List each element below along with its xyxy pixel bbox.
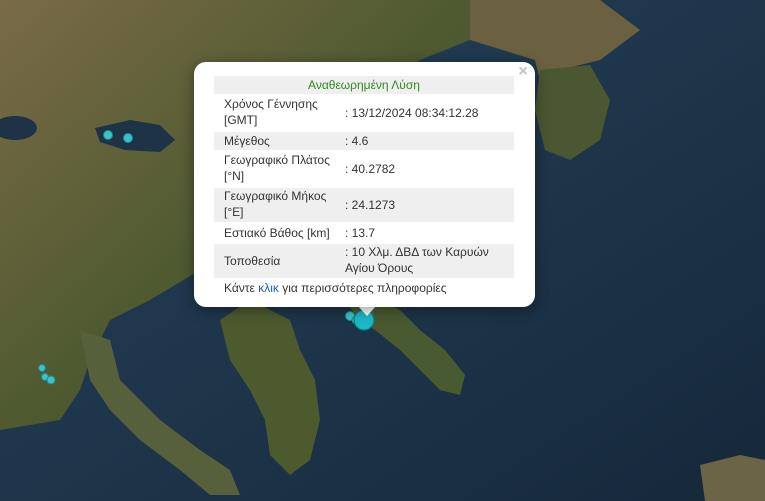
footer-text-after: για περισσότερες πληροφορίες bbox=[278, 281, 447, 295]
quake-marker[interactable] bbox=[123, 133, 133, 143]
row-location: Τοποθεσία : 10 Χλμ. ΔΒΔ των Καρυών Αγίου… bbox=[214, 244, 514, 278]
close-icon[interactable]: × bbox=[516, 64, 530, 80]
latitude-label: Γεωγραφικό Πλάτος [°N] bbox=[224, 153, 330, 183]
latitude-value: : 40.2782 bbox=[345, 162, 396, 176]
popup-title: Αναθεωρημένη Λύση bbox=[214, 76, 514, 94]
depth-label: Εστιακό Βάθος [km] bbox=[224, 226, 330, 240]
quake-marker[interactable] bbox=[38, 364, 46, 372]
row-origin-time: Χρόνος Γέννησης [GMT] : 13/12/2024 08:34… bbox=[214, 96, 514, 130]
depth-value: : 13.7 bbox=[345, 226, 376, 240]
row-magnitude: Μέγεθος : 4.6 bbox=[214, 132, 514, 150]
location-label: Τοποθεσία bbox=[224, 254, 281, 268]
origin-time-label: Χρόνος Γέννησης [GMT] bbox=[224, 97, 318, 127]
location-value: : 10 Χλμ. ΔΒΔ των Καρυών Αγίου Όρους bbox=[345, 245, 489, 275]
earthquake-info-popup: × Αναθεωρημένη Λύση Χρόνος Γέννησης [GMT… bbox=[194, 62, 535, 307]
longitude-label: Γεωγραφικό Μήκος [°E] bbox=[224, 189, 327, 219]
footer-text-before: Κάντε bbox=[224, 281, 259, 295]
magnitude-label: Μέγεθος bbox=[224, 134, 270, 148]
quake-marker[interactable] bbox=[46, 375, 56, 385]
longitude-value: : 24.1273 bbox=[345, 198, 396, 212]
magnitude-value: : 4.6 bbox=[345, 134, 369, 148]
more-info-link[interactable]: κλικ bbox=[258, 281, 279, 295]
origin-time-value: : 13/12/2024 08:34:12.28 bbox=[345, 106, 479, 120]
row-depth: Εστιακό Βάθος [km] : 13.7 bbox=[214, 224, 514, 242]
popup-footer: Κάντε κλικ για περισσότερες πληροφορίες bbox=[214, 281, 514, 295]
row-latitude: Γεωγραφικό Πλάτος [°N] : 40.2782 bbox=[214, 152, 514, 186]
row-longitude: Γεωγραφικό Μήκος [°E] : 24.1273 bbox=[214, 188, 514, 222]
quake-marker[interactable] bbox=[103, 130, 113, 140]
